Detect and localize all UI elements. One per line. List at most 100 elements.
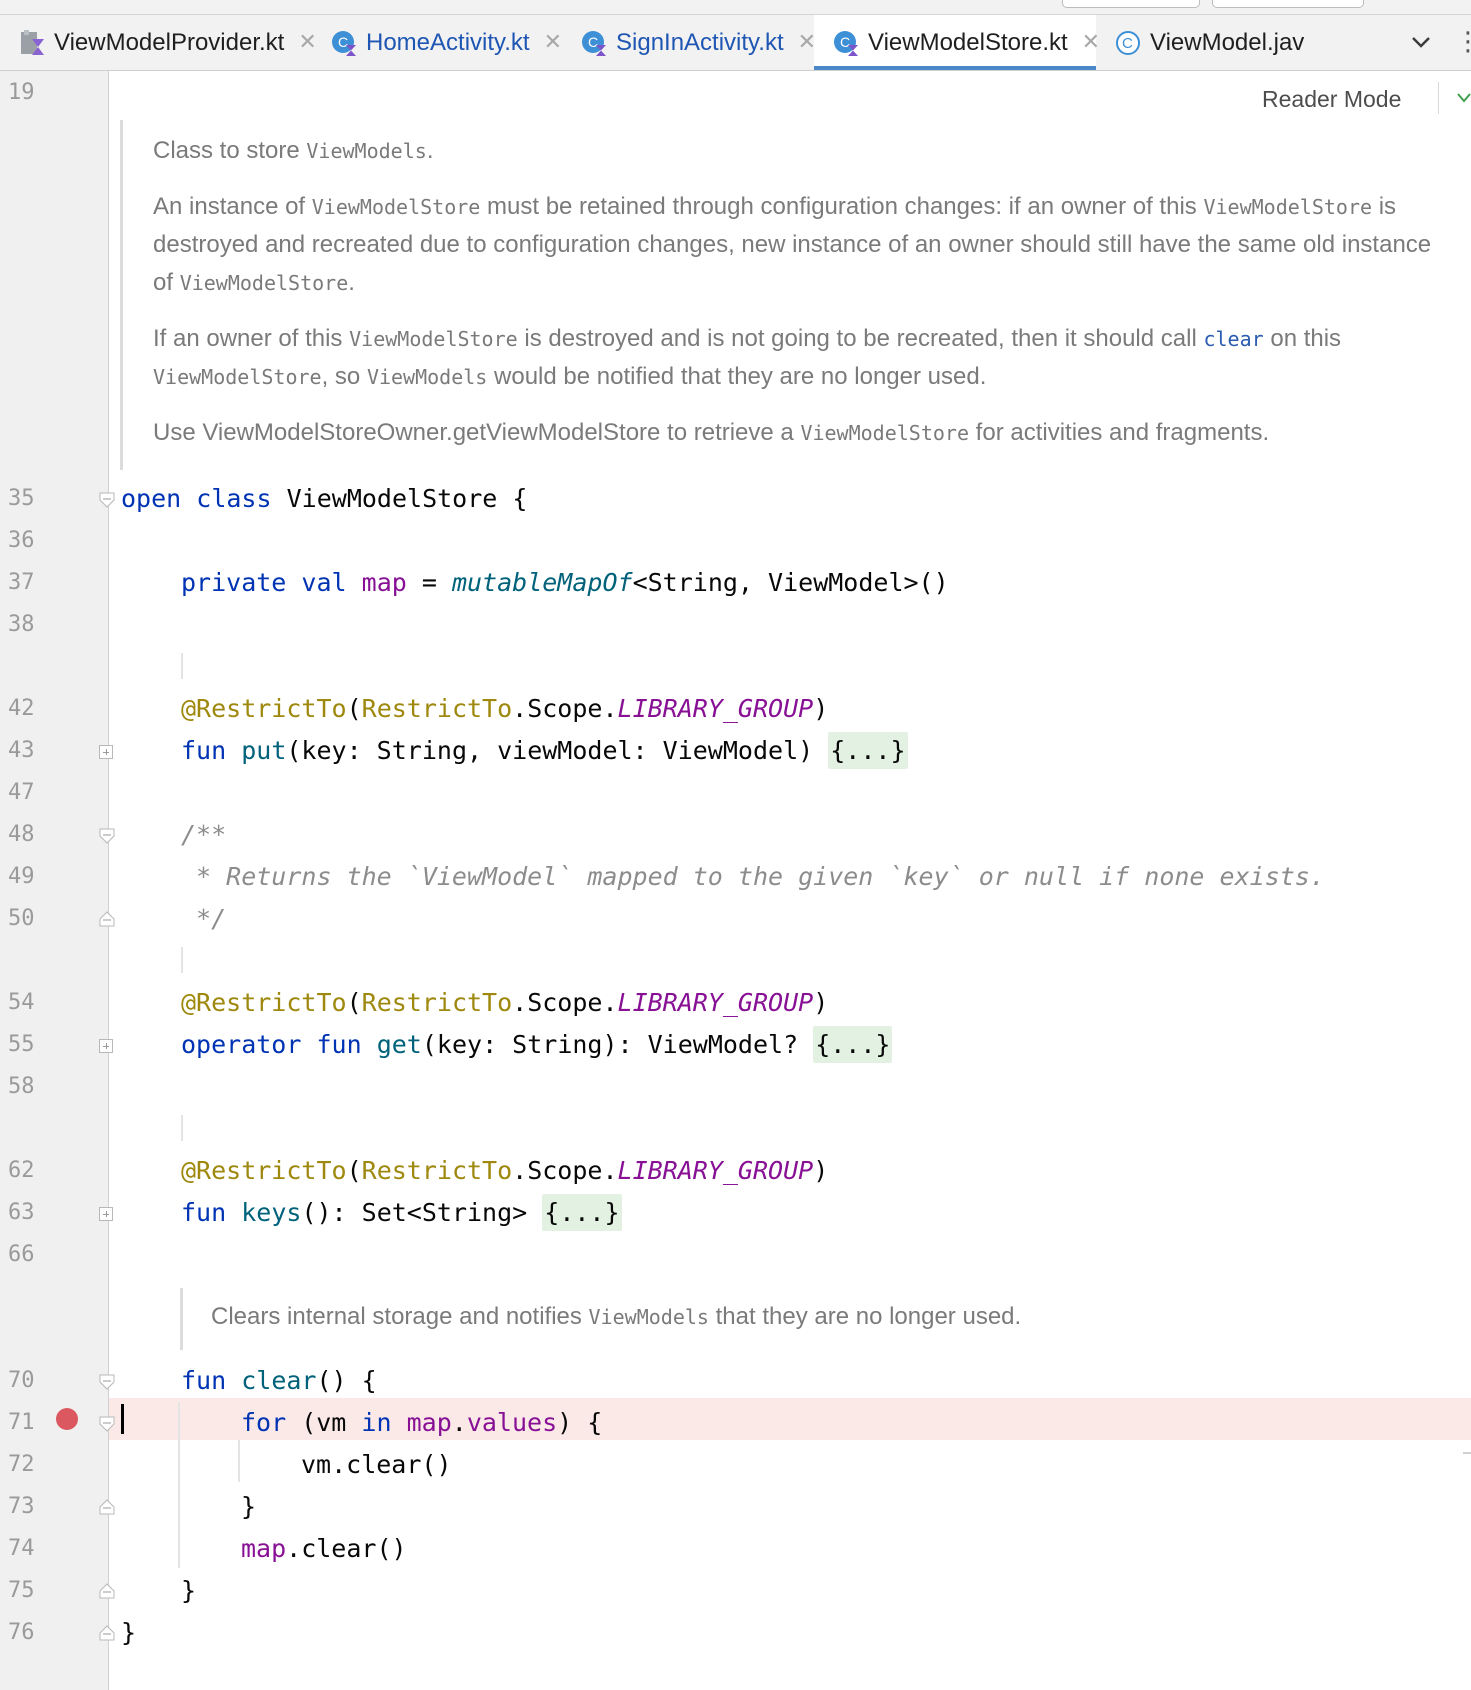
- tab-homeactivity[interactable]: C HomeActivity.kt ✕: [312, 15, 562, 70]
- code-line[interactable]: open class ViewModelStore {: [121, 483, 527, 515]
- code-line[interactable]: operator fun get(key: String): ViewModel…: [181, 1026, 893, 1063]
- indent-guide: [178, 1402, 180, 1568]
- code-line[interactable]: }: [121, 1617, 136, 1649]
- tab-signinactivity[interactable]: C SignInActivity.kt ✕: [562, 15, 816, 70]
- tab-label: ViewModelStore.kt: [868, 28, 1068, 56]
- doc-text: would be notified that they are no longe…: [487, 363, 987, 390]
- line-number: 49: [8, 864, 35, 889]
- constant: LIBRARY_GROUP: [617, 694, 814, 723]
- fold-expand-icon[interactable]: [99, 1039, 113, 1053]
- svg-text:C: C: [338, 34, 348, 50]
- kotlin-class-icon: C: [580, 29, 608, 57]
- code-line[interactable]: private val map = mutableMapOf<String, V…: [181, 567, 949, 599]
- tab-label: HomeActivity.kt: [366, 28, 530, 56]
- tab-viewmodelstore[interactable]: C ViewModelStore.kt ✕: [814, 15, 1100, 70]
- code-line[interactable]: @RestrictTo(RestrictTo.Scope.LIBRARY_GRO…: [181, 693, 828, 725]
- keyword: class: [196, 484, 272, 513]
- annotation: @RestrictTo: [181, 694, 347, 723]
- folded-region[interactable]: {...}: [828, 732, 908, 769]
- doc-paragraph: Use ViewModelStoreOwner.getViewModelStor…: [153, 414, 1453, 452]
- tab-viewmodelprovider[interactable]: ViewModelProvider.kt ✕: [0, 15, 317, 70]
- fold-open-icon[interactable]: [99, 828, 115, 844]
- line-number: 75: [8, 1578, 35, 1603]
- code-line[interactable]: for (vm in map.values) {: [241, 1407, 602, 1439]
- property-name: map: [241, 1534, 287, 1563]
- code-comment[interactable]: /**: [181, 819, 226, 851]
- more-tabs-icon[interactable]: ⋮: [1455, 22, 1471, 62]
- doc-code: ViewModelStore: [179, 271, 349, 295]
- doc-code: ViewModelStore: [311, 195, 481, 219]
- code-line[interactable]: fun keys(): Set<String> {...}: [181, 1194, 622, 1231]
- code-line[interactable]: }: [181, 1575, 196, 1607]
- code-line[interactable]: map.clear(): [241, 1533, 407, 1565]
- annotation-arg: RestrictTo: [361, 1156, 513, 1185]
- folded-region[interactable]: {...}: [813, 1026, 893, 1063]
- close-icon[interactable]: ✕: [544, 30, 562, 55]
- code-line[interactable]: fun put(key: String, viewModel: ViewMode…: [181, 732, 908, 769]
- indent-guide: [181, 947, 183, 973]
- tab-label: ViewModelProvider.kt: [54, 28, 285, 56]
- tab-viewmodel-java[interactable]: C ViewModel.jav: [1096, 15, 1396, 70]
- fold-close-icon[interactable]: [99, 1583, 115, 1599]
- code-comment[interactable]: * Returns the `ViewModel` mapped to the …: [181, 861, 1325, 893]
- fold-open-icon[interactable]: [99, 1416, 115, 1432]
- code-text: (key: String): ViewModel?: [421, 1030, 814, 1059]
- line-number: 42: [8, 696, 35, 721]
- scroll-marker: [1463, 1452, 1471, 1454]
- code-punct: (: [346, 694, 362, 723]
- doc-code: ViewModels: [306, 139, 427, 163]
- doc-code: ViewModels: [588, 1305, 709, 1329]
- reader-mode-toggle[interactable]: Reader Mode: [1262, 82, 1401, 116]
- line-number: 73: [8, 1494, 35, 1519]
- code-line[interactable]: fun clear() {: [181, 1365, 377, 1397]
- line-number: 48: [8, 822, 35, 847]
- doc-link-clear[interactable]: clear: [1203, 327, 1263, 351]
- fold-open-icon[interactable]: [99, 492, 115, 508]
- class-name: ViewModelStore: [286, 484, 498, 513]
- function-call: mutableMapOf: [451, 568, 633, 597]
- fold-close-icon[interactable]: [99, 1499, 115, 1515]
- code-comment[interactable]: */: [181, 903, 226, 935]
- doc-text: Class to store: [153, 137, 307, 164]
- line-number: 38: [8, 612, 35, 637]
- keyword: private: [181, 568, 287, 597]
- line-number: 74: [8, 1536, 35, 1561]
- function-name: get: [376, 1030, 422, 1059]
- keyword: fun: [181, 736, 227, 765]
- text-caret: [121, 1404, 124, 1434]
- code-punct: ): [813, 1156, 829, 1185]
- fold-expand-icon[interactable]: [99, 1207, 113, 1221]
- doc-text: must be retained through configuration c…: [480, 193, 1204, 220]
- fold-open-icon[interactable]: [99, 1374, 115, 1390]
- folded-region[interactable]: {...}: [542, 1194, 622, 1231]
- breakpoint-icon[interactable]: [56, 1408, 78, 1430]
- code-text: .Scope.: [512, 694, 618, 723]
- toolbar-fragment: [1212, 0, 1364, 8]
- chevron-down-icon[interactable]: [1404, 22, 1438, 62]
- rendered-doc-comment: Clears internal storage and notifies Vie…: [180, 1288, 1443, 1350]
- code-line[interactable]: vm.clear(): [301, 1449, 452, 1481]
- fold-expand-icon[interactable]: [99, 745, 113, 759]
- inspection-ok-icon[interactable]: [1456, 86, 1471, 110]
- code-punct: =: [406, 568, 452, 597]
- code-line[interactable]: @RestrictTo(RestrictTo.Scope.LIBRARY_GRO…: [181, 1155, 828, 1187]
- fold-close-icon[interactable]: [99, 1625, 115, 1641]
- doc-text: for activities and fragments.: [969, 419, 1270, 446]
- annotation-arg: RestrictTo: [361, 694, 513, 723]
- line-number: 71: [8, 1410, 35, 1435]
- fold-close-icon[interactable]: [99, 911, 115, 927]
- doc-text: , so: [321, 363, 367, 390]
- kotlin-class-icon: C: [330, 29, 358, 57]
- code-text: ) {: [557, 1408, 603, 1437]
- line-number: 66: [8, 1242, 35, 1267]
- annotation: @RestrictTo: [181, 988, 347, 1017]
- svg-text:C: C: [1122, 35, 1133, 52]
- tab-label: ViewModel.jav: [1150, 28, 1305, 56]
- code-line[interactable]: @RestrictTo(RestrictTo.Scope.LIBRARY_GRO…: [181, 987, 828, 1019]
- divider: [1438, 82, 1439, 114]
- code-line[interactable]: }: [241, 1491, 256, 1523]
- constant: LIBRARY_GROUP: [617, 988, 814, 1017]
- code-punct: ): [813, 988, 829, 1017]
- line-number: 70: [8, 1368, 35, 1393]
- indent-guide: [181, 653, 183, 679]
